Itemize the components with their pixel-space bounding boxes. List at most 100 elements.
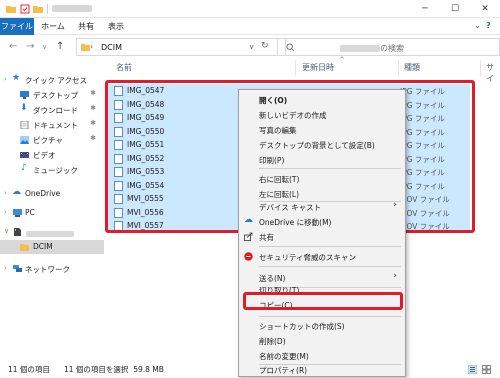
download-icon: ⬇ <box>20 103 28 113</box>
expand-chevron-icon[interactable]: › <box>4 264 7 272</box>
recent-chevron-icon[interactable]: ∨ <box>42 43 47 51</box>
cloud-icon: ☁ <box>12 187 21 197</box>
column-header-name[interactable]: 名前 <box>116 62 132 73</box>
menu-label: OneDrive に移動(M) <box>259 218 332 227</box>
folder-icon <box>20 244 29 251</box>
search-box[interactable]: の検索 <box>277 38 500 56</box>
menu-item-new-video[interactable]: 新しいビデオの作成 <box>239 107 405 122</box>
forward-arrow-icon[interactable]: → <box>26 41 34 52</box>
pin-icon[interactable]: ✱ <box>90 89 96 97</box>
expand-chevron-icon[interactable]: › <box>4 208 7 216</box>
menu-item-edit-photo[interactable]: 写真の編集 <box>239 122 405 137</box>
folder-icon <box>6 6 16 13</box>
help-icon[interactable]: ? <box>486 21 491 30</box>
menu-item-open[interactable]: 開く(O) <box>239 92 405 107</box>
address-path: DCIM <box>101 43 123 52</box>
star-icon: ★ <box>12 73 21 83</box>
address-bar[interactable]: › DCIM ∨ ↻ <box>76 38 286 56</box>
sidebar-item-downloads[interactable]: ⬇ ダウンロード ✱ <box>0 103 104 117</box>
sidebar-label: クイック アクセス <box>25 76 88 85</box>
menu-item-set-background[interactable]: デスクトップの背景として設定(B) <box>239 137 405 152</box>
sidebar-label: デスクトップ <box>33 91 78 100</box>
pin-icon[interactable]: ✱ <box>90 119 96 127</box>
maximize-button[interactable]: ☐ <box>440 0 470 18</box>
column-divider[interactable] <box>295 60 296 76</box>
selection-info: 11 個の項目を選択 59.8 MB <box>64 365 164 374</box>
copy-highlight-box <box>243 292 403 310</box>
back-arrow-icon[interactable]: ← <box>9 41 17 52</box>
menu-label: デスクトップの背景として設定(B) <box>259 141 375 150</box>
submenu-arrow-icon: › <box>393 200 397 210</box>
up-arrow-icon[interactable]: ↑ <box>56 41 64 52</box>
menu-item-delete[interactable]: 削除(D) <box>239 333 405 348</box>
pin-icon[interactable]: ✱ <box>90 104 96 112</box>
sort-chevron-icon: ^ <box>339 56 345 64</box>
properties-quick-icon[interactable] <box>20 4 30 14</box>
search-icon <box>286 43 295 52</box>
music-icon: ♪ <box>21 163 27 173</box>
sidebar-item-documents[interactable]: ドキュメント ✱ <box>0 118 104 132</box>
column-divider[interactable] <box>398 60 399 76</box>
sidebar-item-pictures[interactable]: ピクチャ ✱ <box>0 133 104 147</box>
close-button[interactable]: ✕ <box>470 0 500 18</box>
menu-label: ショートカットの作成(S) <box>259 322 345 331</box>
onedrive-icon: ☁ <box>244 215 253 225</box>
new-folder-quick-icon[interactable] <box>33 4 43 14</box>
path-chevron-icon[interactable]: › <box>90 42 93 51</box>
menu-label: プロパティ(R) <box>259 366 308 375</box>
menu-item-move-onedrive[interactable]: ☁ OneDrive に移動(M) <box>239 214 405 229</box>
address-row: ← → ∨ ↑ › DCIM ∨ ↻ の検索 <box>0 35 500 59</box>
minimize-button[interactable]: ─ <box>410 0 440 18</box>
address-dropdown-icon[interactable]: ∨ <box>249 43 254 51</box>
sidebar-label: ピクチャ <box>33 136 63 145</box>
sidebar-item-desktop[interactable]: デスクトップ ✱ <box>0 88 104 102</box>
sidebar-label: ビデオ <box>33 151 56 160</box>
menu-item-device-cast[interactable]: デバイス キャスト › <box>239 199 405 214</box>
expand-chevron-icon[interactable]: › <box>4 75 7 83</box>
pin-icon[interactable]: ✱ <box>90 134 96 142</box>
sidebar-item-music[interactable]: ♪ ミュージック <box>0 163 104 177</box>
sidebar-label: ネットワーク <box>25 265 70 274</box>
tab-view[interactable]: 表示 <box>104 18 128 35</box>
sidebar-item-pc[interactable]: › PC <box>0 206 104 220</box>
sidebar-item-dcim[interactable]: DCIM <box>0 240 104 254</box>
item-count: 11 個の項目 <box>8 365 50 374</box>
sidebar-item-quick-access[interactable]: › ★ クイック アクセス <box>0 73 104 87</box>
expand-chevron-icon[interactable]: ∨ <box>4 227 9 235</box>
network-icon <box>13 265 22 272</box>
navigation-pane: › ★ クイック アクセス デスクトップ ✱ ⬇ ダウンロード ✱ ドキュメント… <box>0 59 104 359</box>
column-header-date[interactable]: 更新日時 <box>302 62 334 73</box>
column-header-type[interactable]: 種類 <box>404 62 420 73</box>
tab-home[interactable]: ホーム <box>38 18 68 35</box>
menu-label: 共有 <box>259 233 274 242</box>
ribbon-tabs: ファイル ホーム 共有 表示 ⌄ ? <box>0 18 500 35</box>
menu-item-rename[interactable]: 名前の変更(M) <box>239 348 405 363</box>
sidebar-item-onedrive[interactable]: › ☁ OneDrive <box>0 187 104 201</box>
menu-item-print[interactable]: 印刷(P) <box>239 152 405 167</box>
menu-item-properties[interactable]: プロパティ(R) <box>239 362 405 377</box>
refresh-icon[interactable]: ↻ <box>261 41 269 51</box>
device-name-redacted <box>26 229 74 238</box>
sidebar-item-network[interactable]: › ネットワーク <box>0 262 104 276</box>
sidebar-label: ミュージック <box>33 166 78 175</box>
large-icons-view-icon[interactable] <box>482 365 491 374</box>
expand-chevron-icon[interactable]: › <box>4 189 7 197</box>
column-divider[interactable] <box>480 60 481 76</box>
menu-separator <box>259 168 401 169</box>
sidebar-label: ダウンロード <box>33 106 78 115</box>
ribbon-expand-icon[interactable]: ⌄ <box>474 21 481 30</box>
menu-label: 写真の編集 <box>259 126 297 135</box>
tab-share[interactable]: 共有 <box>74 18 98 35</box>
desktop-icon <box>20 91 29 99</box>
menu-item-share[interactable]: 共有 <box>239 229 405 244</box>
menu-label: 削除(D) <box>259 337 286 346</box>
sidebar-item-videos[interactable]: ビデオ <box>0 148 104 162</box>
details-view-icon[interactable] <box>468 365 477 374</box>
menu-item-rotate-right[interactable]: 右に回転(T) <box>239 171 405 186</box>
sidebar-item-device[interactable]: ∨ <box>0 225 104 239</box>
menu-item-security-scan[interactable]: セキュリティ脅威のスキャン <box>239 249 405 264</box>
menu-label: セキュリティ脅威のスキャン <box>259 253 357 262</box>
pictures-icon <box>20 136 29 144</box>
tab-file[interactable]: ファイル <box>0 18 34 35</box>
menu-item-create-shortcut[interactable]: ショートカットの作成(S) <box>239 318 405 333</box>
